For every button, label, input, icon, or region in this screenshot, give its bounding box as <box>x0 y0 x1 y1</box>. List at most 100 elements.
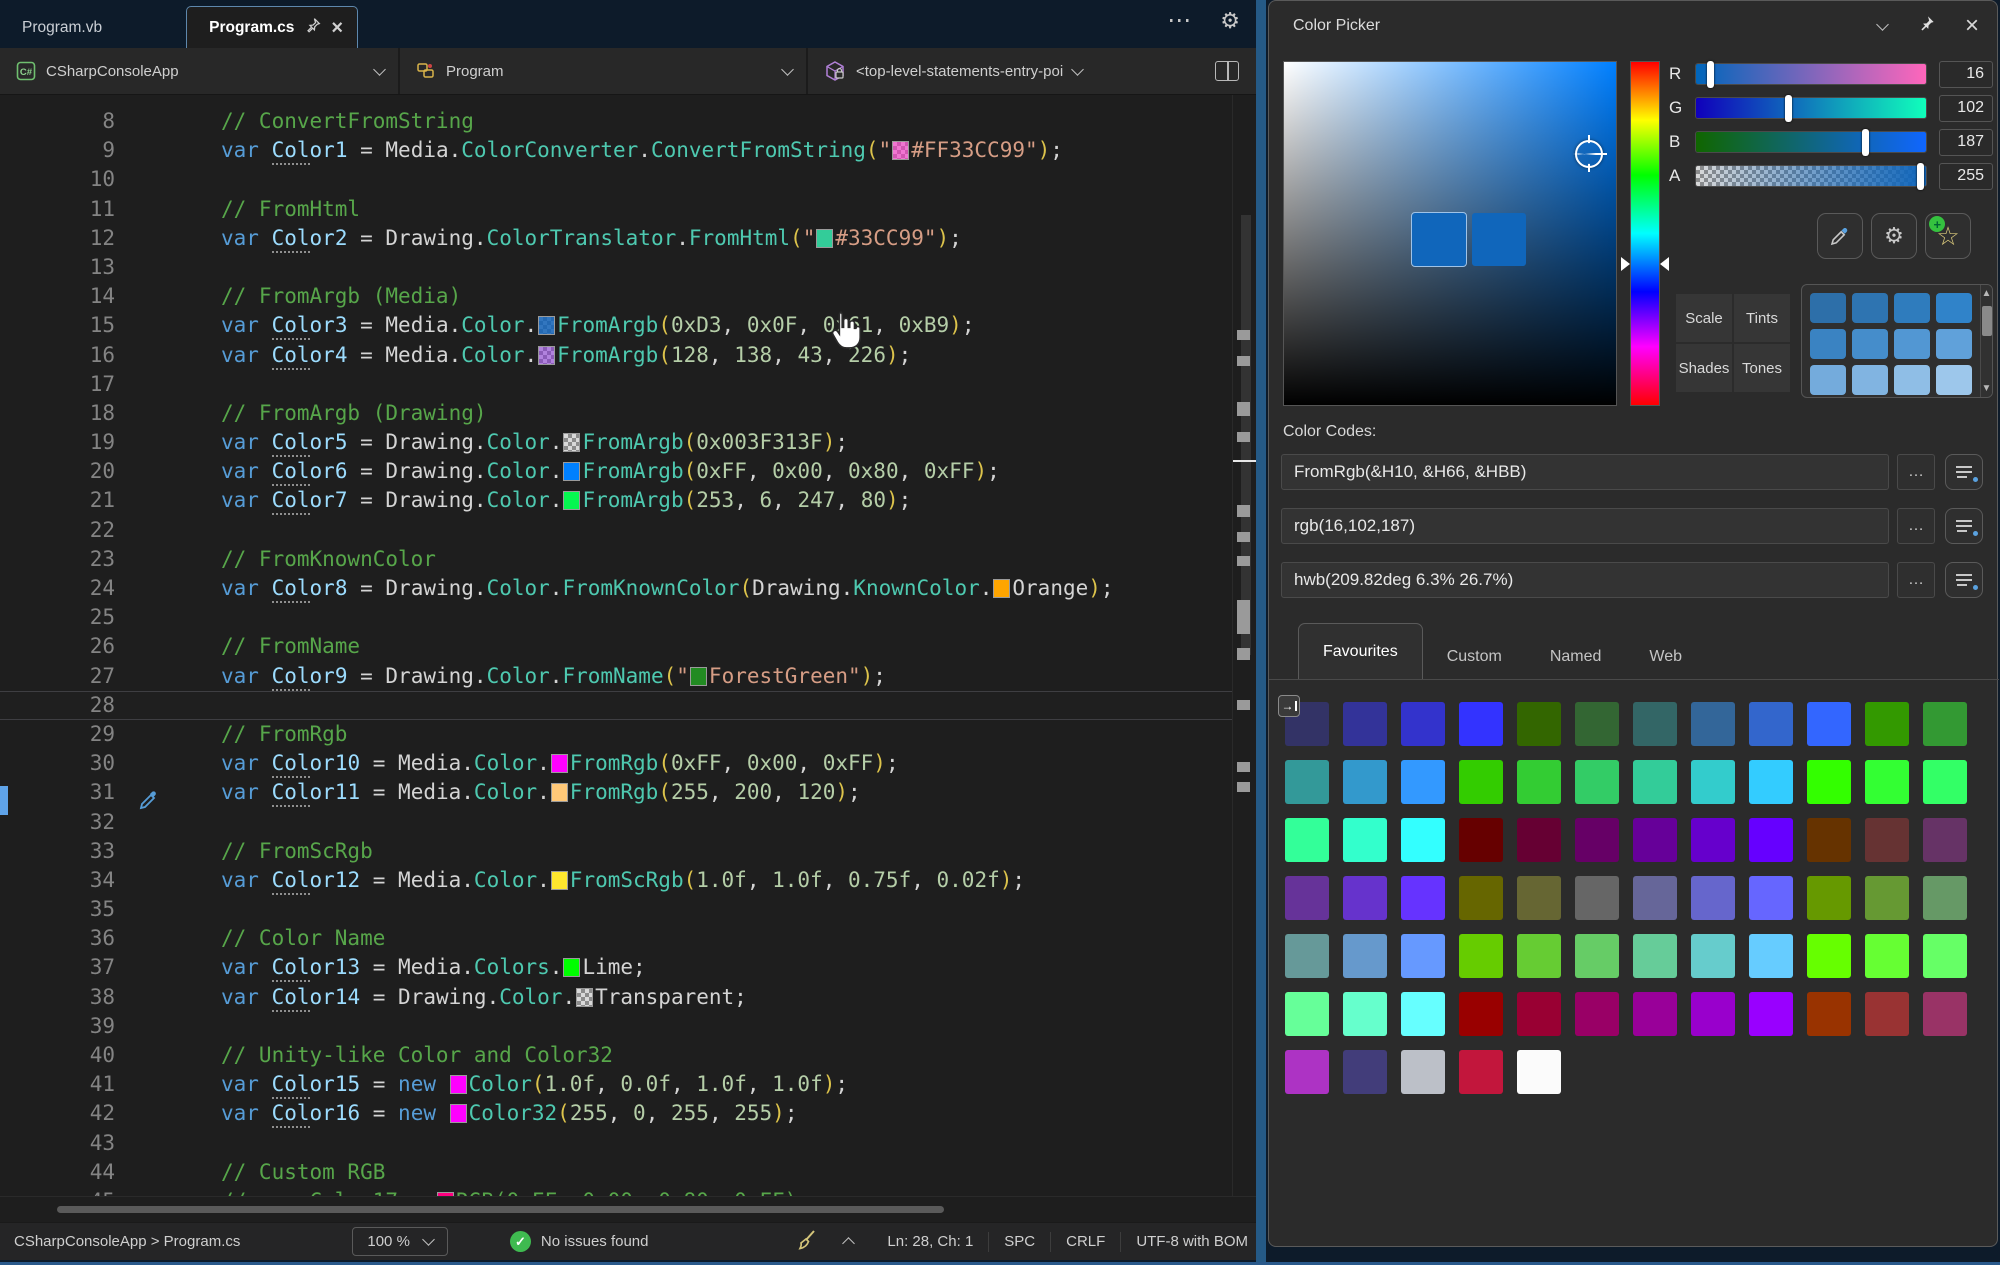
favourite-swatch[interactable] <box>1343 818 1387 862</box>
code-line-27[interactable]: 27var Color9 = Drawing.Color.FromName("F… <box>0 662 1232 691</box>
favourite-swatch[interactable] <box>1401 934 1445 978</box>
caret-position[interactable]: Ln: 28, Ch: 1 <box>887 1233 973 1250</box>
favourite-swatch[interactable] <box>1343 992 1387 1036</box>
favourite-swatch[interactable] <box>1285 934 1329 978</box>
favourite-swatch[interactable] <box>1865 760 1909 804</box>
close-icon[interactable]: × <box>1965 14 1979 38</box>
favourite-swatch[interactable] <box>1749 992 1793 1036</box>
code-line-38[interactable]: 38var Color14 = Drawing.Color.Transparen… <box>0 983 1232 1012</box>
color-code-input-vb[interactable]: FromRgb(&H10, &H66, &HBB) <box>1281 454 1889 490</box>
settings-gear-icon[interactable]: ⚙ <box>1220 8 1240 34</box>
inline-color-swatch[interactable] <box>551 871 568 890</box>
code-format-button[interactable] <box>1945 454 1983 490</box>
code-options-button[interactable]: … <box>1897 562 1935 598</box>
inline-color-swatch[interactable] <box>690 667 707 686</box>
favourite-swatch[interactable] <box>1517 1050 1561 1094</box>
inline-color-swatch[interactable] <box>816 229 833 248</box>
favourite-swatch[interactable] <box>1343 1050 1387 1094</box>
add-favourite-button[interactable]: ☆+ <box>1925 213 1971 259</box>
tab-favourites[interactable]: Favourites <box>1298 623 1423 679</box>
issues-status[interactable]: ✓ No issues found <box>510 1231 649 1252</box>
slider-handle[interactable] <box>1862 129 1869 156</box>
zoom-selector[interactable]: 100 % <box>352 1227 448 1256</box>
favourite-swatch[interactable] <box>1517 934 1561 978</box>
eyedropper-button[interactable] <box>1817 213 1863 259</box>
code-line-30[interactable]: 30var Color10 = Media.Color.FromRgb(0xFF… <box>0 749 1232 778</box>
favourite-swatch[interactable] <box>1633 934 1677 978</box>
favourite-swatch[interactable] <box>1285 992 1329 1036</box>
inline-color-swatch[interactable] <box>538 316 555 335</box>
indentation-mode[interactable]: SPC <box>1004 1233 1035 1250</box>
favourite-swatch[interactable] <box>1517 760 1561 804</box>
r-value-field[interactable]: 16 <box>1939 61 1993 88</box>
scroll-up-icon[interactable]: ▲ <box>1982 288 1992 299</box>
r-slider-track[interactable] <box>1695 63 1927 85</box>
favourite-swatch[interactable] <box>1401 876 1445 920</box>
code-line-35[interactable]: 35 <box>0 895 1232 924</box>
favourite-swatch[interactable] <box>1807 992 1851 1036</box>
scale-swatch[interactable] <box>1894 293 1930 323</box>
editor-vertical-scrollbar[interactable] <box>1232 95 1258 1196</box>
scale-swatch[interactable] <box>1852 293 1888 323</box>
favourite-swatch[interactable] <box>1923 934 1967 978</box>
favourite-swatch[interactable] <box>1691 876 1735 920</box>
slider-handle[interactable] <box>1707 61 1714 88</box>
editor-horizontal-scrollbar[interactable] <box>0 1196 1258 1222</box>
favourite-swatch[interactable] <box>1459 818 1503 862</box>
code-cleanup-broom-icon[interactable] <box>794 1228 818 1256</box>
favourite-swatch[interactable] <box>1633 876 1677 920</box>
favourite-swatch[interactable] <box>1401 1050 1445 1094</box>
g-value-field[interactable]: 102 <box>1939 95 1993 122</box>
favourite-swatch[interactable] <box>1285 760 1329 804</box>
favourite-swatch[interactable] <box>1691 760 1735 804</box>
line-ending-mode[interactable]: CRLF <box>1066 1233 1105 1250</box>
tab-program-vb[interactable]: Program.vb <box>0 8 124 48</box>
favourite-swatch[interactable] <box>1459 992 1503 1036</box>
code-line-22[interactable]: 22 <box>0 516 1232 545</box>
favourite-swatch[interactable] <box>1749 760 1793 804</box>
code-line-36[interactable]: 36// Color Name <box>0 924 1232 953</box>
b-slider-track[interactable] <box>1695 131 1927 153</box>
favourite-swatch[interactable] <box>1691 934 1735 978</box>
favourite-swatch[interactable] <box>1575 818 1619 862</box>
code-line-8[interactable]: 8// ConvertFromString <box>0 107 1232 136</box>
code-line-34[interactable]: 34var Color12 = Media.Color.FromScRgb(1.… <box>0 866 1232 895</box>
code-options-button[interactable]: … <box>1897 508 1935 544</box>
current-color-swatch[interactable] <box>1412 213 1466 266</box>
favourite-swatch[interactable] <box>1749 934 1793 978</box>
code-line-23[interactable]: 23// FromKnownColor <box>0 545 1232 574</box>
favourite-swatch[interactable] <box>1923 818 1967 862</box>
scale-swatch[interactable] <box>1936 329 1972 359</box>
code-line-10[interactable]: 10 <box>0 165 1232 194</box>
favourite-swatch[interactable] <box>1343 702 1387 746</box>
hue-strip[interactable] <box>1630 61 1660 406</box>
favourite-swatch[interactable] <box>1459 876 1503 920</box>
favourite-swatch[interactable] <box>1575 992 1619 1036</box>
favourite-swatch[interactable] <box>1459 934 1503 978</box>
favourite-swatch[interactable] <box>1517 702 1561 746</box>
code-line-39[interactable]: 39 <box>0 1012 1232 1041</box>
favourite-swatch[interactable] <box>1923 760 1967 804</box>
scale-swatch[interactable] <box>1894 365 1930 395</box>
code-line-20[interactable]: 20var Color6 = Drawing.Color.FromArgb(0x… <box>0 457 1232 486</box>
scroll-down-icon[interactable]: ▼ <box>1982 383 1992 394</box>
code-line-21[interactable]: 21var Color7 = Drawing.Color.FromArgb(25… <box>0 486 1232 515</box>
favourite-swatch[interactable] <box>1749 876 1793 920</box>
project-dropdown[interactable]: C# CSharpConsoleApp <box>0 48 400 94</box>
tab-web[interactable]: Web <box>1625 635 1706 679</box>
scale-swatch[interactable] <box>1852 329 1888 359</box>
color-code-input-rgb[interactable]: rgb(16,102,187) <box>1281 508 1889 544</box>
inline-color-swatch[interactable] <box>563 958 580 977</box>
favourite-swatch[interactable] <box>1865 818 1909 862</box>
inline-color-swatch[interactable] <box>892 141 909 160</box>
code-line-33[interactable]: 33// FromScRgb <box>0 837 1232 866</box>
favourite-swatch[interactable] <box>1343 934 1387 978</box>
shades-button[interactable]: Shades <box>1676 344 1732 392</box>
type-dropdown[interactable]: Program <box>400 48 808 94</box>
code-line-9[interactable]: 9var Color1 = Media.ColorConverter.Conve… <box>0 136 1232 165</box>
previous-color-swatch[interactable] <box>1472 213 1526 266</box>
scale-swatch[interactable] <box>1810 365 1846 395</box>
code-line-15[interactable]: 15var Color3 = Media.Color.FromArgb(0xD3… <box>0 311 1232 340</box>
inline-color-swatch[interactable] <box>576 988 593 1007</box>
inline-color-swatch[interactable] <box>538 346 555 365</box>
